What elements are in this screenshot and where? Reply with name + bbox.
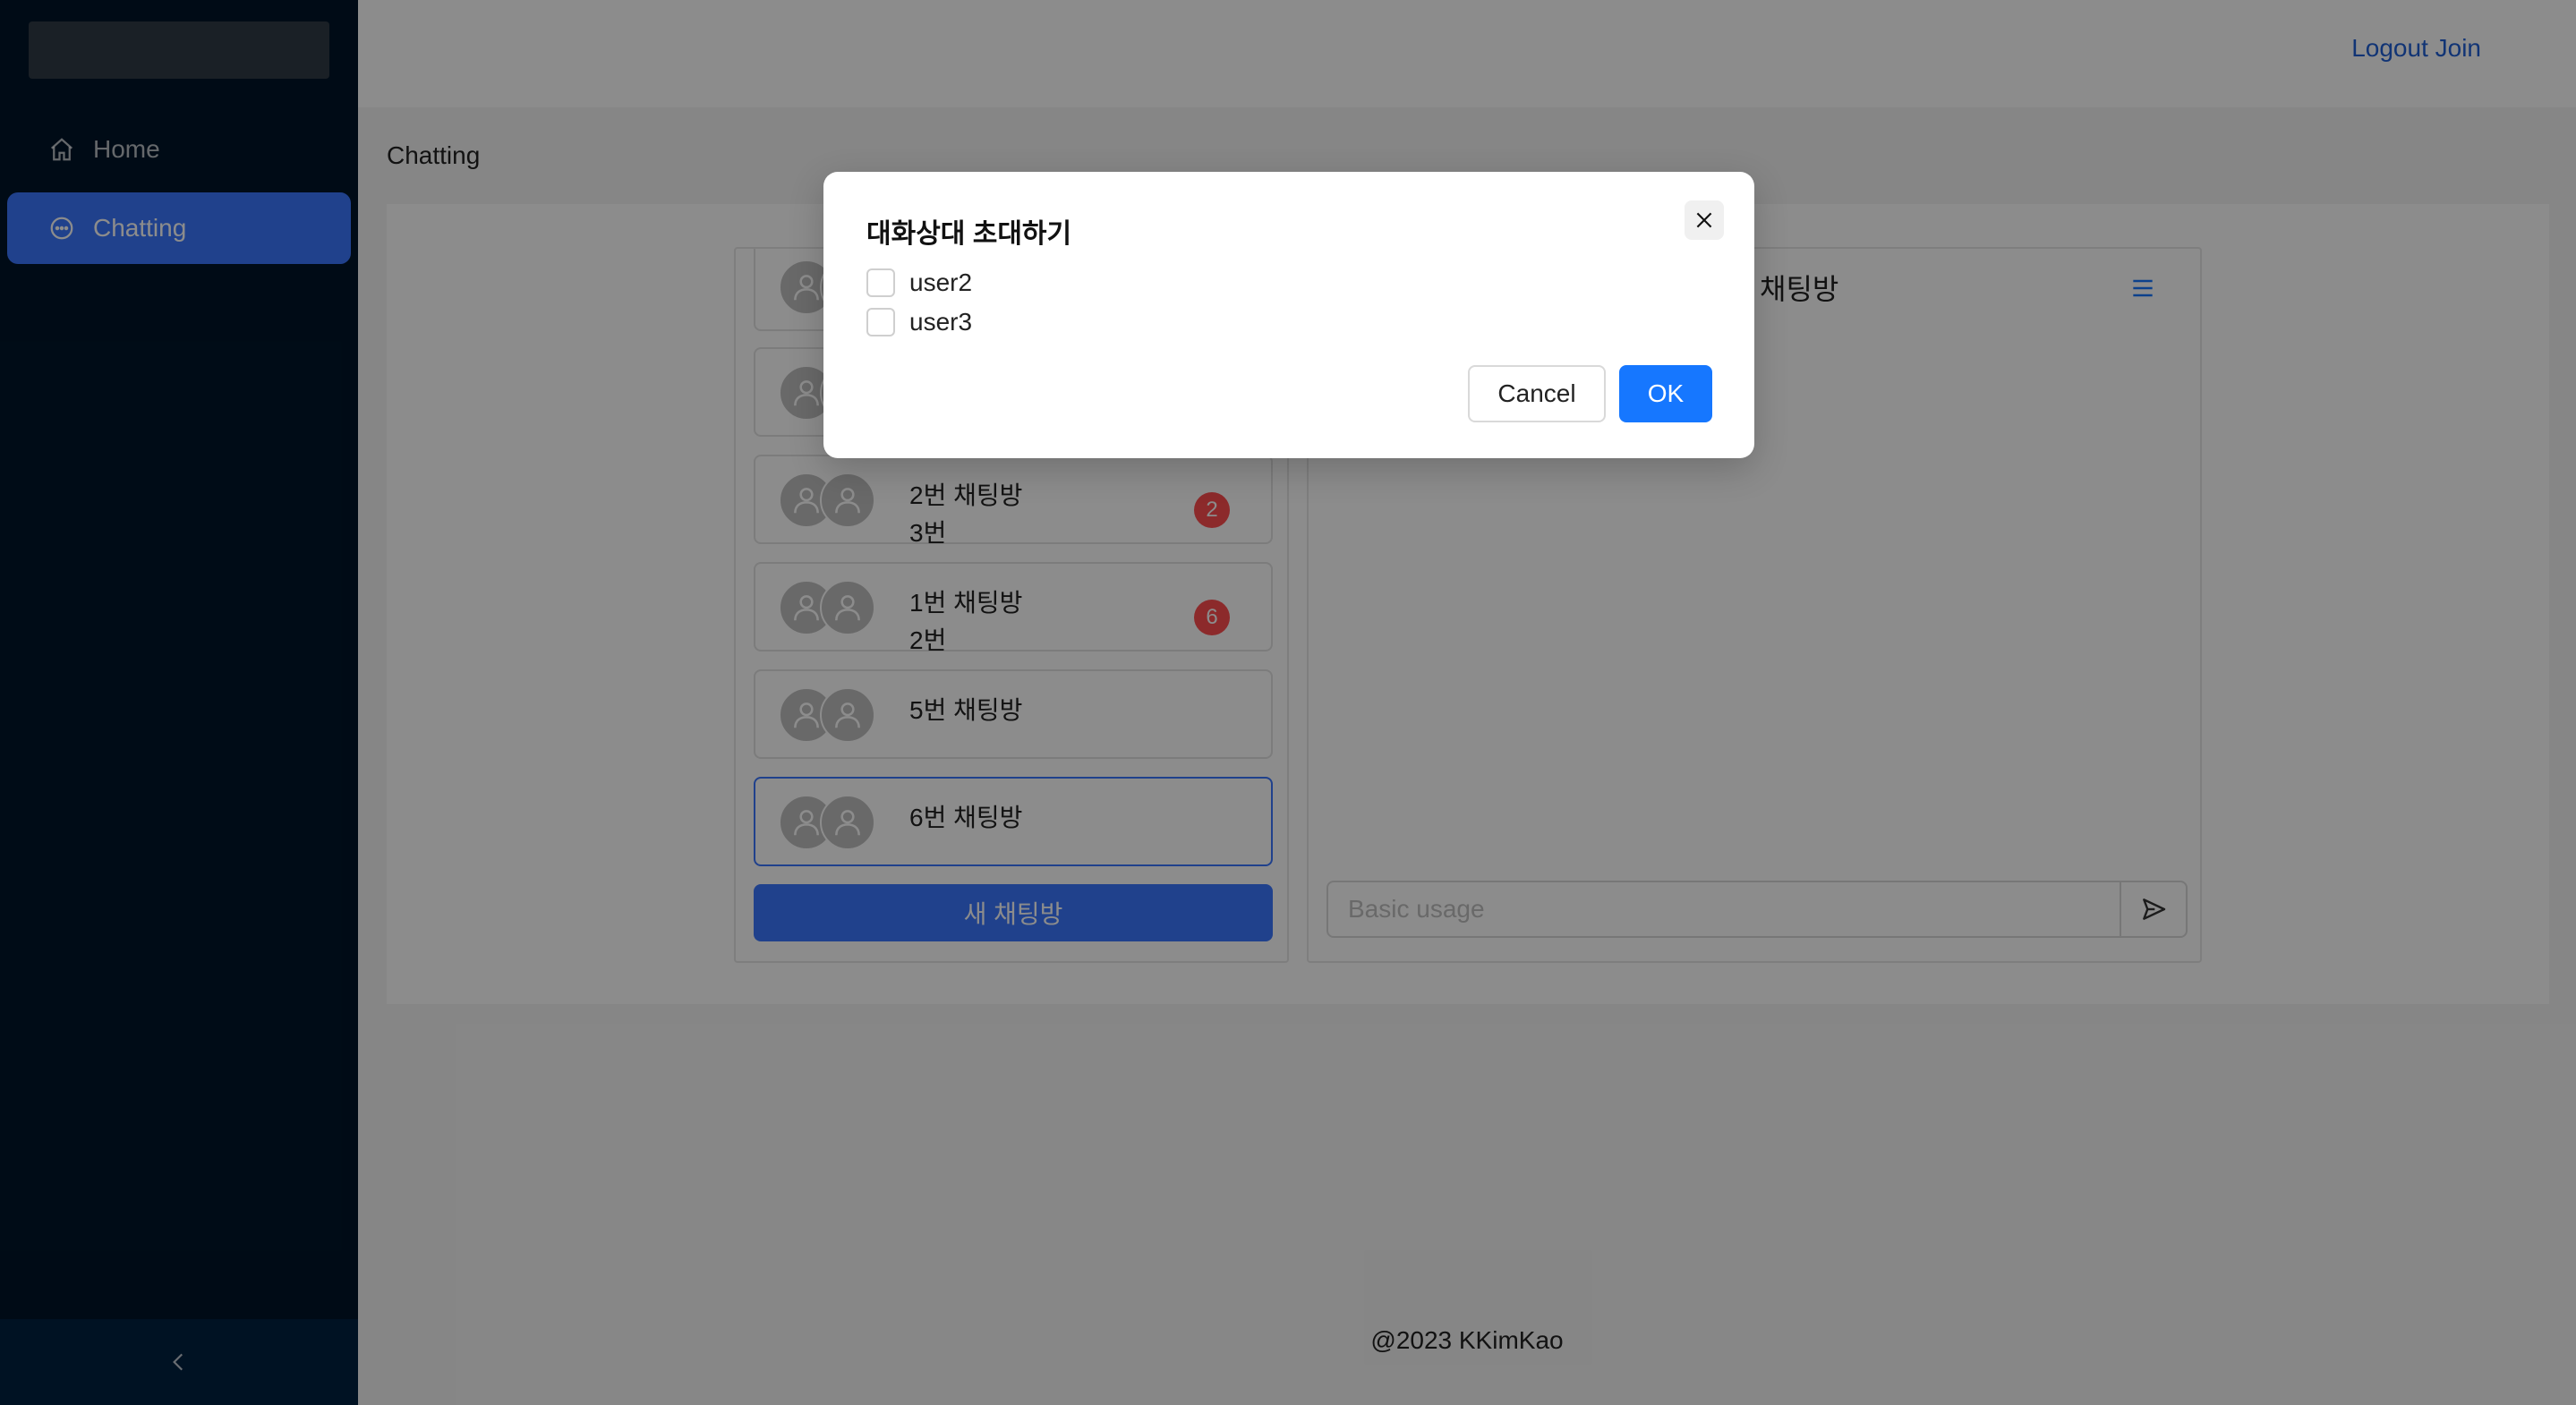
option-label: user2 <box>909 268 973 296</box>
invite-option[interactable]: user2 <box>866 268 972 297</box>
modal-close-button[interactable] <box>1685 200 1724 240</box>
close-icon <box>1696 212 1712 228</box>
invite-modal: 대화상대 초대하기 user2 user3 Cancel OK <box>823 172 1754 458</box>
option-label: user3 <box>909 308 973 336</box>
modal-title: 대화상대 초대하기 <box>866 219 1072 249</box>
checkbox[interactable] <box>866 268 895 297</box>
invite-option[interactable]: user3 <box>866 308 972 336</box>
cancel-button[interactable]: Cancel <box>1468 365 1606 422</box>
checkbox[interactable] <box>866 308 895 336</box>
ok-button[interactable]: OK <box>1619 365 1712 422</box>
